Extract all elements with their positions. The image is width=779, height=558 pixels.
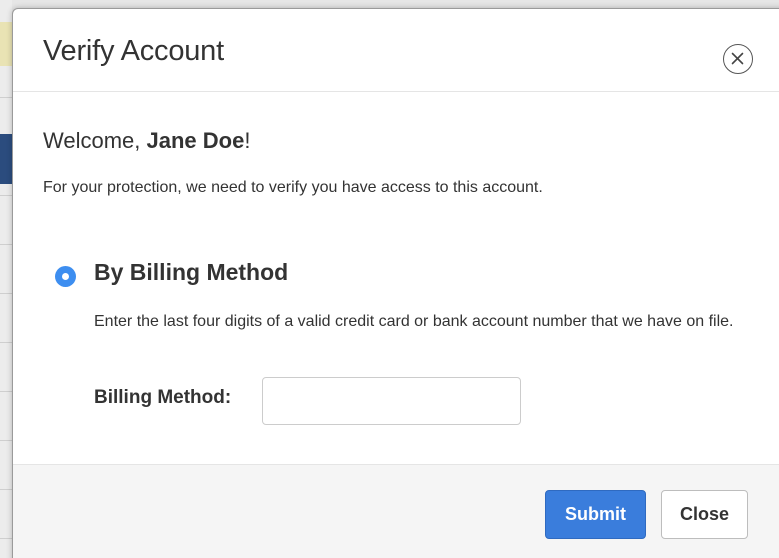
protection-text: For your protection, we need to verify y… <box>43 179 543 196</box>
welcome-prefix: Welcome, <box>43 128 147 153</box>
verify-account-modal: Verify Account Welcome, Jane Doe! For yo… <box>12 8 779 558</box>
billing-method-input[interactable] <box>262 377 521 425</box>
modal-header: Verify Account <box>13 9 779 92</box>
welcome-suffix: ! <box>244 128 251 153</box>
billing-method-field-label: Billing Method: <box>94 387 232 408</box>
billing-method-description: Enter the last four digits of a valid cr… <box>94 313 734 330</box>
submit-button[interactable]: Submit <box>545 490 646 539</box>
billing-method-option-label[interactable]: By Billing Method <box>94 259 288 286</box>
user-name: Jane Doe <box>146 128 245 153</box>
billing-method-radio[interactable] <box>55 266 76 287</box>
close-button[interactable]: Close <box>661 490 748 539</box>
background-list <box>0 0 12 558</box>
close-circle-icon[interactable] <box>723 44 753 74</box>
background-highlight <box>0 22 12 66</box>
modal-footer: Submit Close <box>13 464 779 558</box>
background-nav-block <box>0 134 12 184</box>
modal-body: Welcome, Jane Doe! For your protection, … <box>13 92 779 464</box>
welcome-message: Welcome, Jane Doe! <box>43 128 250 154</box>
x-icon <box>731 52 744 65</box>
modal-title: Verify Account <box>43 35 224 67</box>
